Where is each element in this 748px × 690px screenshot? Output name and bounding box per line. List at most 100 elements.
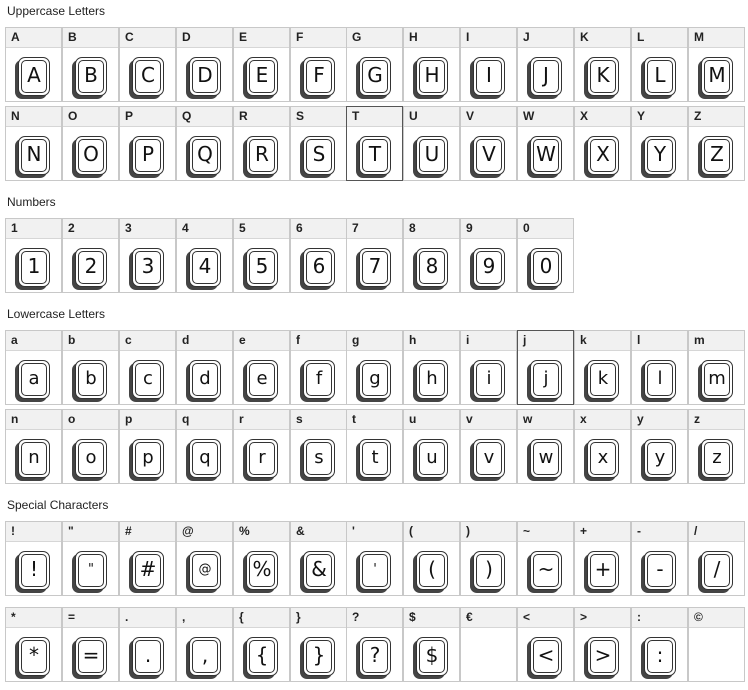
glyph-cell[interactable]: WW [517,106,574,181]
glyph-cell[interactable]: CC [119,27,176,102]
glyph-cell[interactable]: 00 [517,218,574,293]
glyph-cell[interactable]: II [460,27,517,102]
glyph-cell[interactable]: RR [233,106,290,181]
keycap-glyph: o [75,439,107,478]
glyph-cell[interactable]: > > [574,607,631,682]
glyph-cell[interactable]: OO [62,106,119,181]
glyph-cell[interactable]: € [460,607,517,682]
glyph-cell[interactable]: 88 [403,218,460,293]
glyph-cell[interactable]: © [688,607,745,682]
glyph-cell[interactable]: @ @ [176,521,233,596]
glyph-preview: k [597,368,609,389]
glyph-cell[interactable]: 77 [346,218,403,293]
glyph-cell[interactable]: VV [460,106,517,181]
glyph-cell[interactable]: XX [574,106,631,181]
glyph-cell[interactable]: * * [5,607,62,682]
glyph-cell[interactable]: PP [119,106,176,181]
glyph-cell[interactable]: ll [631,330,688,405]
glyph-cell[interactable]: ZZ [688,106,745,181]
glyph-cell[interactable]: ~ ~ [517,521,574,596]
glyph-cell[interactable]: !! [5,521,62,596]
glyph-cell[interactable]: 11 [5,218,62,293]
glyph-cell[interactable]: vv [460,409,517,484]
glyph-cell[interactable]: :: [631,607,688,682]
glyph-cell-label: j [518,331,573,351]
glyph-cell[interactable]: nn [5,409,62,484]
glyph-cell[interactable]: HH [403,27,460,102]
glyph-cell[interactable]: mm [688,330,745,405]
glyph-preview: , [201,643,209,667]
glyph-cell[interactable]: ?? [346,607,403,682]
glyph-cell[interactable]: EE [233,27,290,102]
glyph-cell[interactable]: DD [176,27,233,102]
glyph-cell[interactable]: -- [631,521,688,596]
glyph-cell[interactable]: uu [403,409,460,484]
glyph-preview: ? [369,643,381,667]
glyph-cell[interactable]: yy [631,409,688,484]
glyph-cell[interactable]: gg [346,330,403,405]
glyph-cell[interactable]: NN [5,106,62,181]
glyph-cell-label: F [291,28,346,48]
glyph-cell[interactable]: / / [688,521,745,596]
glyph-cell[interactable]: FF [290,27,347,102]
glyph-cell[interactable]: + + [574,521,631,596]
glyph-cell[interactable]: = = [62,607,119,682]
glyph-cell[interactable]: hh [403,330,460,405]
glyph-cell[interactable]: {{ [233,607,290,682]
glyph-cell[interactable]: tt [346,409,403,484]
keycap-glyph: 9 [473,248,505,287]
glyph-cell[interactable]: AA [5,27,62,102]
glyph-cell[interactable]: JJ [517,27,574,102]
glyph-cell[interactable]: $ $ [403,607,460,682]
glyph-cell[interactable]: oo [62,409,119,484]
glyph-cell[interactable]: dd [176,330,233,405]
glyph-cell[interactable]: KK [574,27,631,102]
keycap-glyph: p [132,439,164,478]
glyph-cell[interactable]: ii [460,330,517,405]
glyph-cell[interactable]: cc [119,330,176,405]
glyph-cell[interactable]: qq [176,409,233,484]
keycap-glyph: g [359,360,391,399]
glyph-cell-label: n [6,410,61,430]
glyph-cell[interactable]: ,, [176,607,233,682]
keycap-glyph: D [189,57,221,96]
glyph-cell[interactable]: 22 [62,218,119,293]
glyph-cell[interactable]: < < [517,607,574,682]
glyph-cell[interactable]: 33 [119,218,176,293]
glyph-cell[interactable]: pp [119,409,176,484]
glyph-cell[interactable]: kk [574,330,631,405]
glyph-cell-label: < [518,608,573,628]
glyph-cell[interactable]: ww [517,409,574,484]
glyph-cell[interactable]: aa [5,330,62,405]
glyph-cell[interactable]: ee [233,330,290,405]
glyph-cell[interactable]: jj [517,330,574,405]
glyph-cell[interactable]: MM [688,27,745,102]
glyph-cell[interactable]: YY [631,106,688,181]
glyph-cell[interactable]: (( [403,521,460,596]
glyph-cell[interactable]: ff [290,330,347,405]
glyph-cell[interactable]: 44 [176,218,233,293]
glyph-cell[interactable]: & & [290,521,347,596]
glyph-cell[interactable]: %% [233,521,290,596]
glyph-cell[interactable]: TT [346,106,403,181]
glyph-cell[interactable]: )) [460,521,517,596]
glyph-cell[interactable]: 99 [460,218,517,293]
glyph-cell[interactable]: .. [119,607,176,682]
glyph-cell[interactable]: }} [290,607,347,682]
glyph-cell[interactable]: LL [631,27,688,102]
glyph-cell[interactable]: QQ [176,106,233,181]
glyph-cell[interactable]: BB [62,27,119,102]
glyph-cell[interactable]: ' ' [346,521,403,596]
glyph-cell[interactable]: GG [346,27,403,102]
glyph-cell[interactable]: zz [688,409,745,484]
glyph-cell[interactable]: 55 [233,218,290,293]
glyph-cell[interactable]: UU [403,106,460,181]
glyph-cell[interactable]: SS [290,106,347,181]
glyph-cell[interactable]: bb [62,330,119,405]
glyph-cell[interactable]: xx [574,409,631,484]
glyph-cell[interactable]: ss [290,409,347,484]
glyph-cell[interactable]: 66 [290,218,347,293]
glyph-cell[interactable]: rr [233,409,290,484]
glyph-cell[interactable]: " " [62,521,119,596]
glyph-cell[interactable]: # # [119,521,176,596]
